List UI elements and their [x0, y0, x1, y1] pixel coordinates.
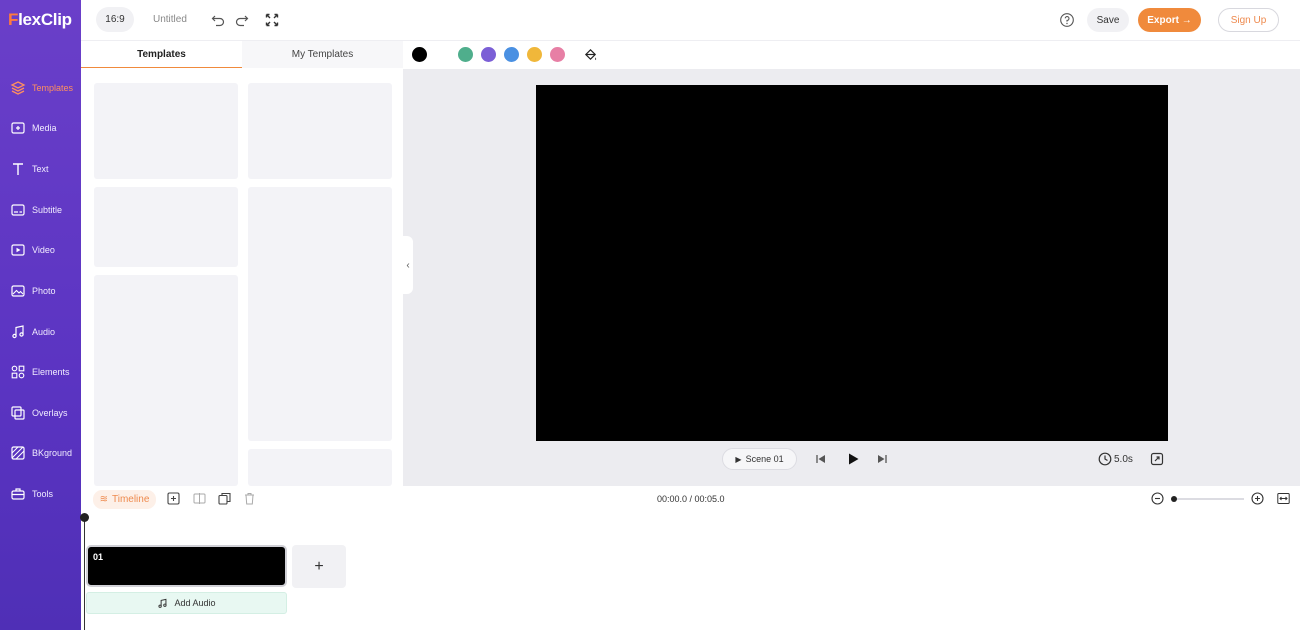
music-note-icon	[158, 598, 168, 608]
toolbox-icon	[11, 488, 25, 500]
add-scene-button[interactable]: +	[292, 545, 346, 588]
text-icon	[13, 163, 23, 175]
timeline-time: 00:00.0 / 00:05.0	[657, 494, 725, 504]
logo-letter: F	[8, 10, 19, 29]
media-icon	[11, 122, 25, 134]
template-thumbnail[interactable]	[248, 83, 392, 179]
sidebar-item-media[interactable]: Media	[0, 108, 81, 148]
sidebar-item-subtitle[interactable]: Subtitle	[0, 190, 81, 230]
fullscreen-icon[interactable]	[264, 12, 280, 28]
scene-clip[interactable]	[86, 545, 287, 587]
scene-clip-preview	[90, 549, 283, 583]
redo-icon[interactable]	[234, 12, 250, 28]
video-canvas[interactable]	[536, 85, 1168, 441]
sidebar-item-tools[interactable]: Tools	[0, 474, 81, 514]
add-audio-label: Add Audio	[174, 598, 216, 608]
color-swatch-black[interactable]	[412, 47, 427, 62]
sidebar-item-video[interactable]: Video	[0, 230, 81, 270]
skip-forward-icon[interactable]	[875, 452, 889, 466]
sidebar-item-label: BKground	[32, 448, 73, 458]
scene-clip-number: 01	[93, 552, 104, 562]
fullscreen-preview-icon[interactable]	[1150, 452, 1164, 466]
video-icon	[11, 244, 25, 256]
background-icon	[11, 446, 25, 460]
timeline-label: Timeline	[111, 494, 150, 505]
undo-icon[interactable]	[210, 12, 226, 28]
template-thumbnail[interactable]	[94, 83, 238, 179]
templates-panel: Templates My Templates	[81, 41, 403, 486]
scene-duration[interactable]: 5.0s	[1114, 454, 1133, 465]
tab-templates[interactable]: Templates	[81, 41, 242, 68]
sign-up-button[interactable]: Sign Up	[1218, 8, 1279, 32]
paint-bucket-icon[interactable]	[583, 47, 598, 62]
scene-play-button[interactable]: ▶ Scene 01	[722, 448, 797, 470]
color-swatch-pink[interactable]	[550, 47, 565, 62]
music-icon	[12, 325, 24, 339]
export-button[interactable]: Export →	[1138, 8, 1201, 32]
sidebar-item-label: Subtitle	[32, 205, 63, 215]
color-swatch-green[interactable]	[458, 47, 473, 62]
playhead-handle[interactable]	[80, 513, 89, 522]
delete-icon[interactable]	[243, 492, 256, 505]
timeline-toggle[interactable]: ≋ Timeline	[93, 490, 156, 509]
color-swatch-purple[interactable]	[481, 47, 496, 62]
logo-text: lexClip	[18, 10, 72, 29]
color-swatch-yellow[interactable]	[527, 47, 542, 62]
overlays-icon	[11, 406, 25, 420]
collapse-panel-button[interactable]: ‹	[403, 236, 413, 294]
scene-label: Scene 01	[745, 454, 784, 464]
sidebar-item-photo[interactable]: Photo	[0, 271, 81, 311]
tab-my-templates[interactable]: My Templates	[242, 41, 403, 68]
sidebar-item-label: Overlays	[32, 408, 68, 418]
playhead-line[interactable]	[84, 517, 85, 630]
photo-icon	[11, 285, 25, 297]
top-bar: 16:9 Untitled Save Export → Sign Up	[81, 0, 1300, 41]
sidebar-item-label: Tools	[32, 489, 54, 499]
flexclip-logo[interactable]: FlexClip	[8, 10, 72, 30]
sidebar-item-label: Media	[32, 123, 57, 133]
color-swatch-blue[interactable]	[504, 47, 519, 62]
zoom-in-icon[interactable]	[1251, 492, 1264, 505]
sidebar-item-audio[interactable]: Audio	[0, 312, 81, 352]
sidebar: FlexClip Templates Media Text Subtitle V…	[0, 0, 81, 630]
sidebar-item-templates[interactable]: Templates	[0, 68, 81, 108]
timeline-icon: ≋	[99, 494, 108, 505]
elements-icon	[11, 365, 25, 379]
sidebar-item-text[interactable]: Text	[0, 149, 81, 189]
sidebar-item-bkground[interactable]: BKground	[0, 433, 81, 473]
project-title[interactable]: Untitled	[153, 14, 187, 25]
clock-icon[interactable]	[1098, 452, 1112, 466]
sidebar-item-elements[interactable]: Elements	[0, 352, 81, 392]
sidebar-item-label: Audio	[32, 327, 56, 337]
aspect-ratio-button[interactable]: 16:9	[96, 7, 134, 32]
zoom-slider-track[interactable]	[1174, 498, 1244, 500]
zoom-slider-handle[interactable]	[1171, 496, 1177, 502]
add-scene-icon[interactable]	[167, 492, 180, 505]
sidebar-item-label: Photo	[32, 286, 56, 296]
template-thumbnail[interactable]	[248, 187, 392, 441]
flexclip-editor: FlexClip Templates Media Text Subtitle V…	[0, 0, 1300, 630]
sidebar-item-label: Text	[32, 164, 49, 174]
chevron-left-icon: ‹	[406, 259, 410, 271]
help-icon[interactable]	[1059, 12, 1075, 28]
save-button[interactable]: Save	[1087, 8, 1129, 32]
play-icon[interactable]	[846, 452, 860, 466]
skip-back-icon[interactable]	[814, 452, 828, 466]
template-thumbnail[interactable]	[248, 449, 392, 486]
sidebar-item-label: Templates	[32, 83, 74, 93]
subtitle-icon	[11, 204, 25, 216]
template-thumbnail[interactable]	[94, 275, 238, 486]
fit-width-icon[interactable]	[1277, 492, 1290, 505]
sidebar-item-overlays[interactable]: Overlays	[0, 393, 81, 433]
zoom-out-icon[interactable]	[1151, 492, 1164, 505]
sidebar-item-label: Video	[32, 245, 55, 255]
duplicate-icon[interactable]	[218, 492, 231, 505]
add-audio-button[interactable]: Add Audio	[86, 592, 287, 614]
layers-icon	[10, 81, 26, 95]
split-icon[interactable]	[193, 492, 206, 505]
template-thumbnail[interactable]	[94, 187, 238, 267]
color-swatch-white[interactable]	[435, 47, 450, 62]
play-small-icon: ▶	[735, 454, 742, 464]
sidebar-item-label: Elements	[32, 367, 70, 377]
